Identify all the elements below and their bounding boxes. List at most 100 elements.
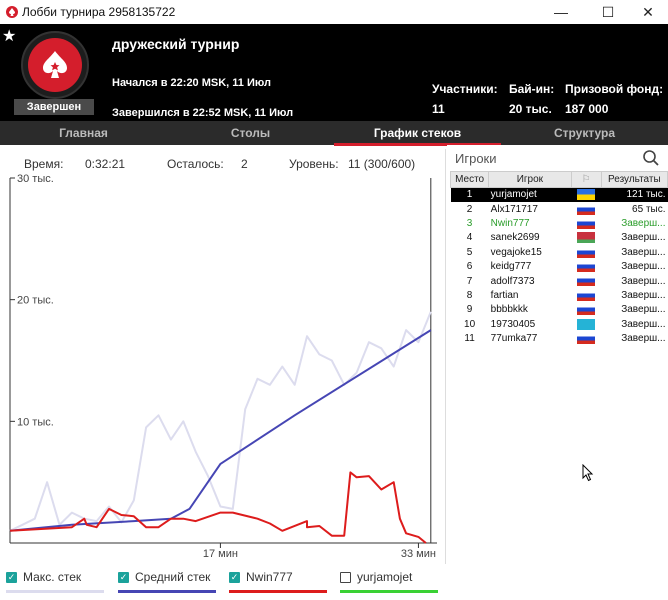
player-result: Заверш... <box>621 289 666 301</box>
legend-swatch-nwin <box>229 590 327 593</box>
level-label: Уровень: <box>289 157 339 171</box>
player-row[interactable]: 5 vegajoke15 Заверш... <box>451 245 668 259</box>
kazakhstan-flag-icon <box>577 318 596 330</box>
prize-value: 187 000 <box>565 102 609 116</box>
russia-flag-icon <box>577 333 596 345</box>
y-tick-label: 30 тыс. <box>17 173 54 185</box>
search-icon[interactable] <box>642 149 660 167</box>
russia-flag-icon <box>577 246 596 258</box>
player-flag <box>571 216 601 230</box>
legend-swatch-max <box>6 590 104 593</box>
checkbox-avg-stack[interactable]: ✓ <box>118 571 129 583</box>
left-label: Осталось: <box>167 157 224 171</box>
star-favorite-icon[interactable]: ★ <box>2 26 16 46</box>
status-badge: Завершен <box>14 99 94 115</box>
legend-item-nwin777[interactable]: ✓ Nwin777 <box>229 570 293 584</box>
player-flag <box>571 274 601 288</box>
level-value: 11 (300/600) <box>348 157 416 171</box>
column-header-player[interactable]: Игрок <box>488 171 572 188</box>
players-panel: Игроки Место Игрок ⚐ Результаты 1 yurjamo… <box>447 145 668 600</box>
y-tick-label: 10 тыс. <box>17 416 54 428</box>
player-row[interactable]: 10 19730405 Заверш... <box>451 317 668 331</box>
player-place: 5 <box>466 246 473 258</box>
checkbox-yurjamojet[interactable] <box>340 571 351 583</box>
tournament-name: дружеский турнир <box>112 36 240 52</box>
spade-icon <box>43 51 67 78</box>
player-result: 121 тыс. <box>601 187 668 202</box>
player-row[interactable]: 7 adolf7373 Заверш... <box>451 274 668 288</box>
x-tick-label: 17 мин <box>203 548 238 560</box>
flag-column-icon: ⚐ <box>581 174 591 185</box>
player-place: 6 <box>466 261 473 273</box>
player-place: 1 <box>450 187 489 202</box>
russia-flag-icon <box>577 275 596 287</box>
close-button[interactable]: ✕ <box>628 0 668 24</box>
minimize-button[interactable]: — <box>541 0 581 24</box>
legend-swatch-avg <box>118 590 216 593</box>
player-result: Заверш... <box>621 217 666 229</box>
player-result: Заверш... <box>621 275 666 287</box>
tab-tables[interactable]: Столы <box>167 121 334 145</box>
russia-flag-icon <box>577 304 596 316</box>
checkbox-max-stack[interactable]: ✓ <box>6 571 17 583</box>
checkbox-nwin777[interactable]: ✓ <box>229 571 240 583</box>
tab-structure[interactable]: Структура <box>501 121 668 145</box>
player-place: 7 <box>466 275 473 287</box>
player-flag <box>571 331 601 345</box>
window-title: Лобби турнира 2958135722 <box>22 5 176 19</box>
player-name: adolf7373 <box>490 275 535 287</box>
column-header-place[interactable]: Место <box>449 171 490 188</box>
column-header-flag[interactable]: ⚐ <box>570 171 602 188</box>
player-name: keidg777 <box>490 261 532 273</box>
player-row[interactable]: 3 Nwin777 Заверш... <box>451 216 668 230</box>
player-row[interactable]: 2 Alx171717 65 тыс. <box>451 202 668 216</box>
player-flag <box>571 187 602 202</box>
player-place: 3 <box>466 217 473 229</box>
legend-item-yurjamojet[interactable]: yurjamojet <box>340 570 412 584</box>
tab-stack-chart[interactable]: График стеков <box>334 121 501 146</box>
player-place: 8 <box>466 289 473 301</box>
legend-item-avg-stack[interactable]: ✓ Средний стек <box>118 570 210 584</box>
chart-legend: ✓ Макс. стек ✓ Средний стек ✓ Nwin777 yu… <box>0 564 446 600</box>
buyin-value: 20 тыс. <box>509 102 552 116</box>
column-header-results[interactable]: Результаты <box>600 171 668 188</box>
legend-item-max-stack[interactable]: ✓ Макс. стек <box>6 570 81 584</box>
player-name: Alx171717 <box>490 203 538 215</box>
player-row[interactable]: 6 keidg777 Заверш... <box>451 259 668 273</box>
legend-label: Nwin777 <box>246 570 293 584</box>
player-name: vegajoke15 <box>490 246 542 258</box>
legend-label: yurjamojet <box>357 570 413 584</box>
legend-swatch-yurjamojet <box>340 590 438 593</box>
player-row[interactable]: 4 sanek2699 Заверш... <box>451 231 668 245</box>
tab-main[interactable]: Главная <box>0 121 167 145</box>
series-avg-stack <box>9 329 432 532</box>
tournament-header: ★ Завершен дружеский турнир Начался в 22… <box>0 24 668 121</box>
player-row[interactable]: 9 bbbbkkk Заверш... <box>451 303 668 317</box>
player-name: 19730405 <box>490 318 536 330</box>
buyin-label: Бай-ин: <box>509 82 555 96</box>
player-name: bbbbkkk <box>490 304 528 316</box>
player-flag <box>571 288 601 302</box>
player-place: 10 <box>464 318 476 330</box>
player-row[interactable]: 11 77umka77 Заверш... <box>451 331 668 345</box>
player-flag <box>571 259 601 273</box>
player-flag <box>571 303 601 317</box>
participants-value: 11 <box>432 102 445 116</box>
player-place: 11 <box>464 333 475 345</box>
legend-label: Макс. стек <box>23 570 82 584</box>
player-name: sanek2699 <box>490 232 540 244</box>
player-row[interactable]: 8 fartian Заверш... <box>451 288 668 302</box>
mouse-cursor-icon <box>582 464 594 482</box>
spade-app-icon <box>6 6 18 18</box>
participants-label: Участники: <box>432 82 498 96</box>
russia-flag-icon <box>577 203 596 215</box>
player-row[interactable]: 1 yurjamojet 121 тыс. <box>450 187 668 202</box>
left-value: 2 <box>241 157 248 171</box>
maximize-button[interactable]: ☐ <box>588 0 628 24</box>
series-nwin777 <box>9 471 427 544</box>
players-header: Игроки <box>447 145 668 171</box>
window-titlebar: Лобби турнира 2958135722 — ☐ ✕ <box>0 0 668 24</box>
end-time: Завершился в 22:52 MSK, 11 Июл <box>112 107 294 119</box>
player-flag <box>571 317 601 331</box>
russia-flag-icon <box>577 261 596 273</box>
